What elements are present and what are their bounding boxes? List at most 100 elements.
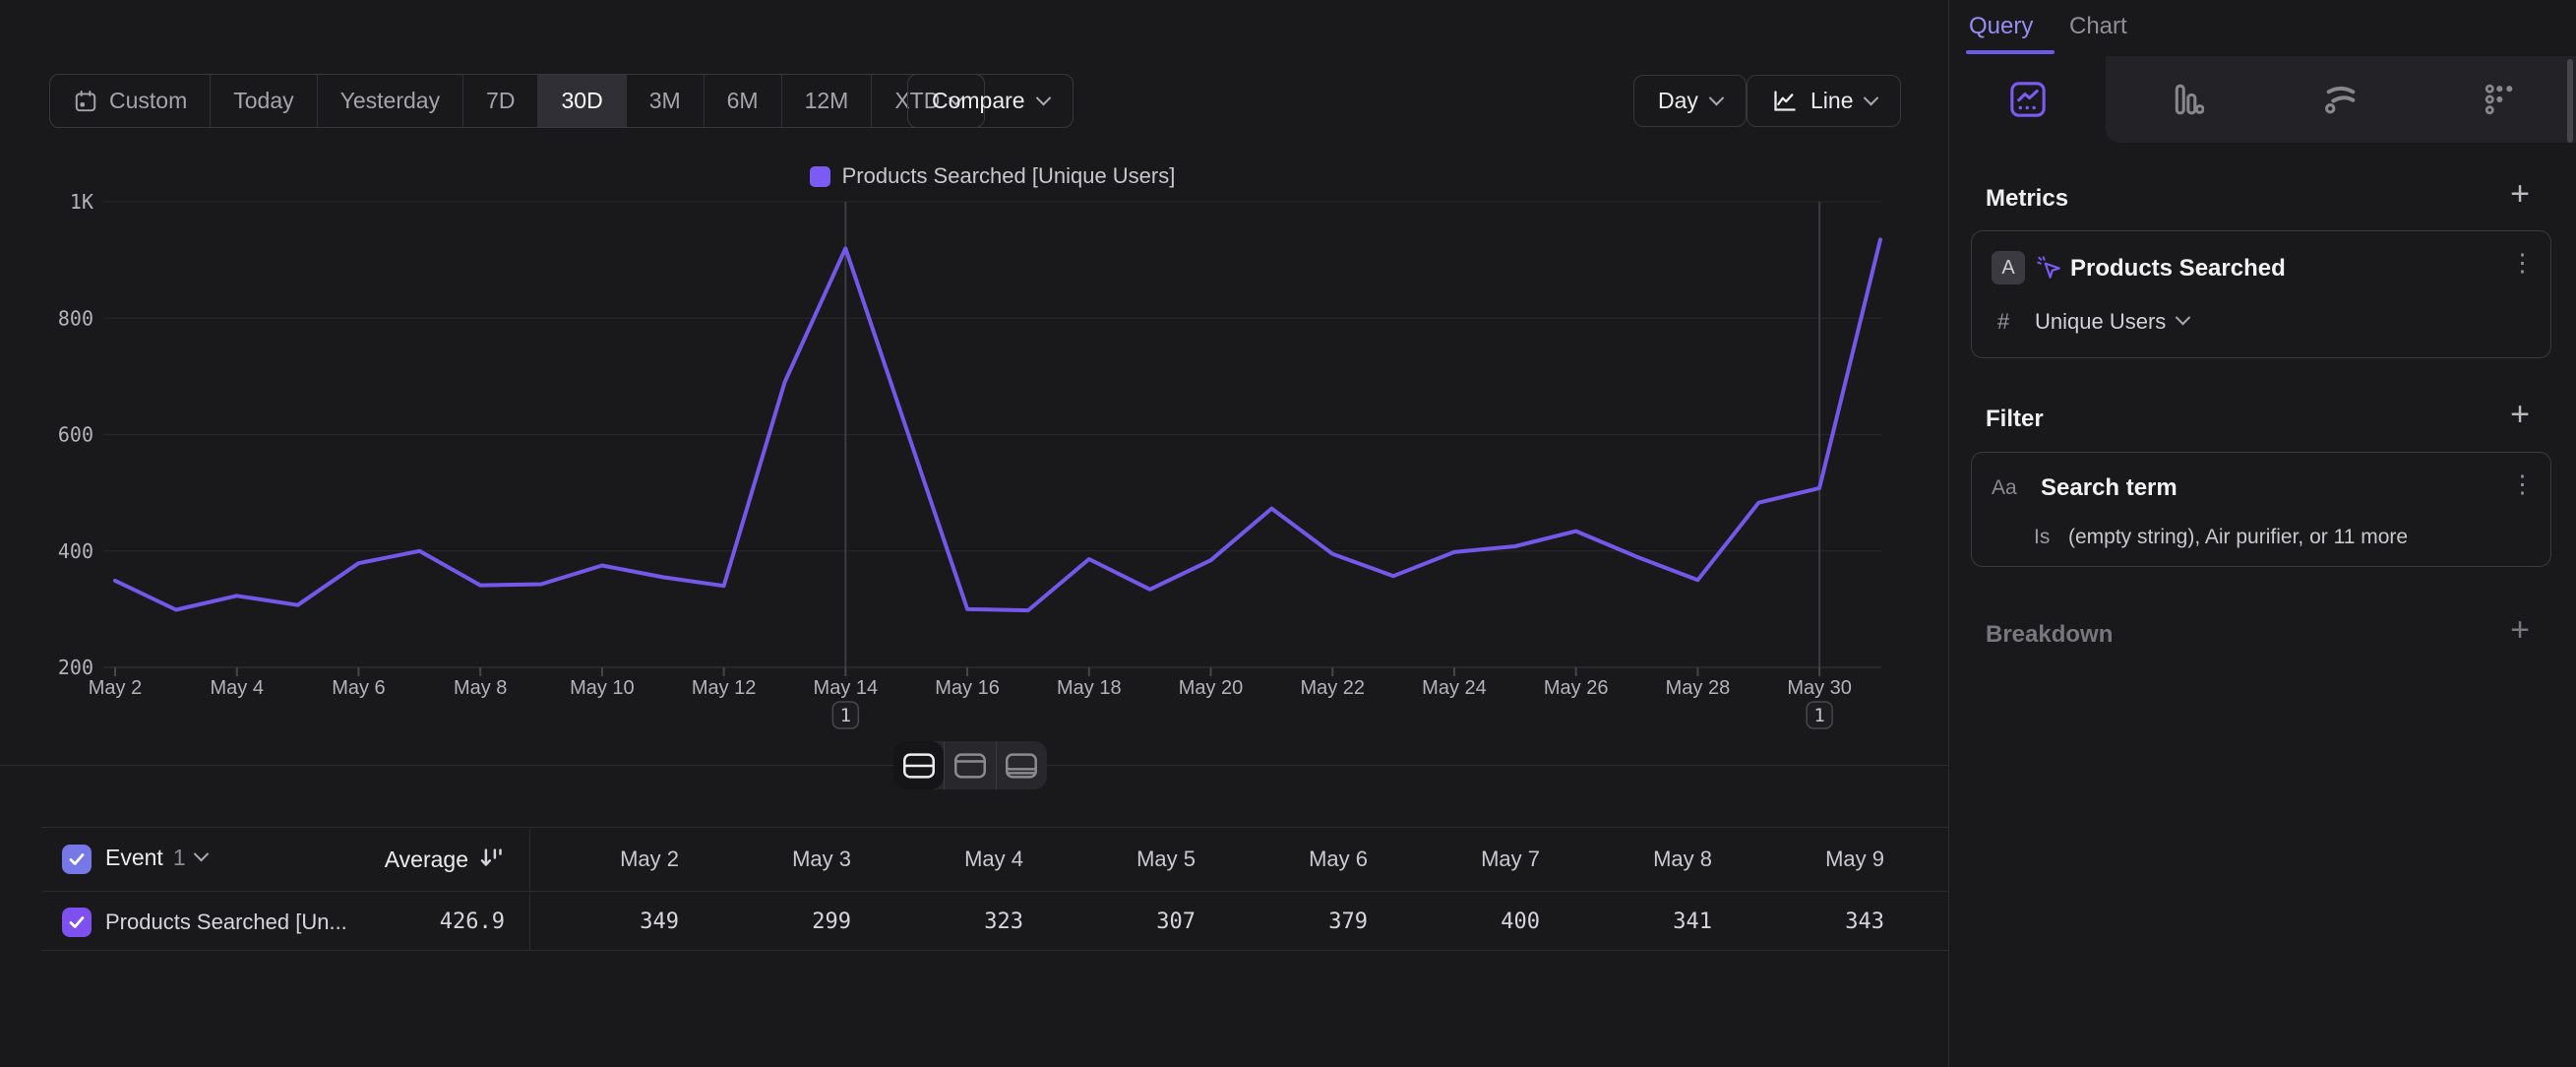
- chart-only-view-button[interactable]: [944, 741, 995, 789]
- granularity-dropdown[interactable]: Day: [1633, 75, 1747, 127]
- scrollbar-thumb[interactable]: [2567, 59, 2573, 143]
- metric-event-name[interactable]: Products Searched: [2070, 255, 2286, 282]
- chart-type-label: Line: [1810, 88, 1853, 114]
- average-column-header[interactable]: Average: [295, 847, 468, 873]
- breakdown-section-header: Breakdown: [1986, 621, 2113, 649]
- filter-property-name[interactable]: Search term: [2041, 474, 2177, 502]
- add-breakdown-button[interactable]: +: [2505, 615, 2535, 645]
- metric-options-menu[interactable]: ⋮: [2510, 251, 2535, 276]
- aggregation-label: Unique Users: [2035, 309, 2166, 335]
- x-axis-label: May 16: [935, 677, 1000, 699]
- active-tab-underline: [1966, 50, 2055, 54]
- filter-options-menu[interactable]: ⋮: [2510, 472, 2535, 497]
- annotation-badge-label: 1: [1813, 705, 1824, 726]
- range-label: Custom: [109, 88, 187, 114]
- range-button-30d[interactable]: 30D: [537, 75, 625, 127]
- date-value-cell: 341: [1540, 910, 1712, 934]
- add-metric-button[interactable]: +: [2505, 179, 2535, 209]
- chevron-down-icon: [1709, 91, 1725, 106]
- x-axis-label: May 12: [692, 677, 757, 699]
- table-only-icon: [1005, 752, 1038, 780]
- add-filter-button[interactable]: +: [2505, 400, 2535, 429]
- x-axis-label: May 8: [454, 677, 507, 699]
- funnels-tab[interactable]: [2106, 56, 2262, 143]
- x-axis-label: May 18: [1057, 677, 1122, 699]
- date-value-cell: 299: [679, 910, 851, 934]
- select-all-checkbox[interactable]: [62, 845, 92, 874]
- x-axis-label: May 28: [1666, 677, 1731, 699]
- table-border-bottom: [41, 950, 1948, 951]
- date-column-header[interactable]: May 2: [507, 847, 679, 872]
- checkmark-icon: [67, 849, 87, 869]
- filter-operator[interactable]: Is: [2034, 526, 2050, 549]
- x-axis-label: May 10: [570, 677, 635, 699]
- granularity-label: Day: [1658, 88, 1698, 114]
- range-label: 6M: [727, 88, 759, 114]
- series-checkbox[interactable]: [62, 908, 92, 937]
- retention-tab[interactable]: [2419, 56, 2575, 143]
- range-button-3m[interactable]: 3M: [626, 75, 704, 127]
- x-axis-label: May 20: [1179, 677, 1244, 699]
- filter-value[interactable]: (empty string), Air purifier, or 11 more: [2068, 526, 2408, 549]
- x-axis-label: May 26: [1544, 677, 1609, 699]
- line-chart-icon: [1771, 88, 1798, 114]
- analysis-type-tabs: [1949, 56, 2576, 143]
- metrics-section-header: Metrics: [1986, 185, 2068, 213]
- filter-section-header: Filter: [1986, 406, 2044, 433]
- retention-dots-icon: [2478, 80, 2517, 119]
- x-axis-label: May 2: [89, 677, 142, 699]
- range-button-custom[interactable]: Custom: [50, 75, 210, 127]
- aggregation-selector[interactable]: Unique Users: [2035, 309, 2188, 335]
- date-column-header[interactable]: May 5: [1023, 847, 1196, 872]
- compare-button[interactable]: Compare: [907, 74, 1073, 128]
- date-value-cell: 323: [851, 910, 1023, 934]
- date-column-header[interactable]: May 8: [1540, 847, 1712, 872]
- tab-chart[interactable]: Chart: [2069, 13, 2127, 40]
- range-label: 3M: [649, 88, 681, 114]
- bar-chart-icon: [2165, 80, 2204, 119]
- string-property-icon: Aa: [1992, 476, 2017, 500]
- tab-query[interactable]: Query: [1969, 13, 2033, 40]
- range-label: 7D: [486, 88, 515, 114]
- insights-tab[interactable]: [1949, 56, 2106, 143]
- series-name-cell[interactable]: Products Searched [Un...: [105, 910, 347, 935]
- chart-type-dropdown[interactable]: Line: [1747, 75, 1901, 127]
- y-axis-label: 1K: [70, 190, 93, 214]
- range-button-today[interactable]: Today: [210, 75, 316, 127]
- sidebar-tab-bar: Query Chart: [1949, 0, 2576, 56]
- date-value-cell: 307: [1023, 910, 1196, 934]
- date-column-header[interactable]: May 3: [679, 847, 851, 872]
- sort-descending-icon[interactable]: [478, 845, 505, 876]
- date-column-header[interactable]: May 6: [1196, 847, 1368, 872]
- x-axis-label: May 14: [814, 677, 879, 699]
- y-axis-label: 600: [58, 423, 93, 447]
- filter-card[interactable]: Aa Search term ⋮ Is (empty string), Air …: [1971, 452, 2551, 567]
- chart-only-icon: [953, 752, 987, 780]
- metric-card[interactable]: A Products Searched ⋮ # Unique Users: [1971, 230, 2551, 358]
- range-button-7d[interactable]: 7D: [462, 75, 537, 127]
- date-column-header[interactable]: May 4: [851, 847, 1023, 872]
- range-button-12m[interactable]: 12M: [781, 75, 872, 127]
- event-column-header[interactable]: Event 1: [105, 845, 207, 871]
- table-only-view-button[interactable]: [996, 741, 1047, 789]
- date-column-header[interactable]: May 9: [1712, 847, 1884, 872]
- range-label: 12M: [805, 88, 849, 114]
- report-main-area: CustomTodayYesterday7D30D3M6M12MXTD Comp…: [0, 0, 1948, 1067]
- x-axis-label: May 24: [1422, 677, 1487, 699]
- split-view-button[interactable]: [893, 741, 944, 789]
- range-label: Today: [233, 88, 293, 114]
- metric-letter-badge: A: [1992, 251, 2025, 284]
- range-button-6m[interactable]: 6M: [704, 75, 781, 127]
- y-axis-label: 800: [58, 306, 93, 330]
- table-border-top: [41, 827, 1948, 828]
- range-label: Yesterday: [340, 88, 440, 114]
- chevron-down-icon: [1035, 91, 1051, 106]
- line-chart[interactable]: 1K800600400200May 2May 4May 6May 8May 10…: [0, 157, 1948, 778]
- flows-tab[interactable]: [2262, 56, 2419, 143]
- event-click-icon: [2035, 254, 2062, 282]
- range-button-yesterday[interactable]: Yesterday: [317, 75, 462, 127]
- series-line[interactable]: [115, 239, 1880, 610]
- chevron-down-icon: [193, 846, 209, 861]
- range-label: 30D: [561, 88, 602, 114]
- date-column-header[interactable]: May 7: [1368, 847, 1540, 872]
